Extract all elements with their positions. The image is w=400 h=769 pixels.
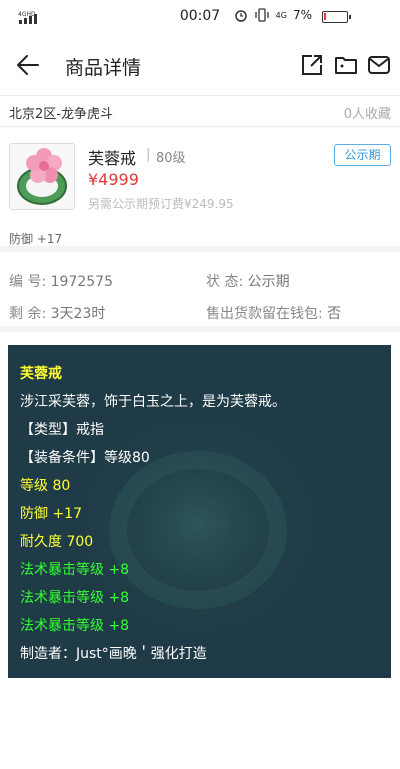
battery-icon xyxy=(322,11,351,23)
desc-bonus-3: 法术暴击等级 +8 xyxy=(20,618,130,634)
battery-percent: 7% xyxy=(292,8,312,22)
server-name: 北京2区-龙争虎斗 xyxy=(9,107,113,122)
item-card: 芙蓉戒 | 80级 ¥4999 另需公示期预订费¥249.95 公示期 防御 +… xyxy=(0,128,400,252)
back-arrow-icon[interactable] xyxy=(14,51,42,79)
item-state: 状 态: 公示期 xyxy=(206,271,290,291)
time-remaining-label: 剩 余: xyxy=(9,306,47,322)
item-id: 编 号: 1972575 xyxy=(9,271,113,291)
folder-icon[interactable] xyxy=(334,53,358,77)
desc-bonus-2: 法术暴击等级 +8 xyxy=(20,590,130,606)
ring-icon xyxy=(17,148,67,205)
time-remaining: 剩 余: 3天23时 xyxy=(9,303,105,323)
favorite-count[interactable]: 0人收藏 xyxy=(344,103,391,122)
desc-flavor: 涉江采芙蓉，饰于白玉之上，是为芙蓉戒。 xyxy=(20,394,286,410)
item-id-label: 编 号: xyxy=(9,274,47,290)
item-description-panel: 芙蓉戒 涉江采芙蓉，饰于白玉之上，是为芙蓉戒。 【类型】戒指 【装备条件】等级8… xyxy=(8,345,391,678)
page-title: 商品详情 xyxy=(65,57,142,79)
item-price: ¥4999 xyxy=(88,170,139,189)
desc-durability: 耐久度 700 xyxy=(20,534,94,550)
item-state-value: 公示期 xyxy=(247,274,290,290)
item-image[interactable] xyxy=(9,143,75,210)
name-divider: | xyxy=(146,147,151,162)
status-badge: 公示期 xyxy=(334,144,391,166)
server-row: 北京2区-龙争虎斗 0人收藏 xyxy=(0,97,400,127)
battery-level xyxy=(324,13,326,20)
nav-bar: 商品详情 xyxy=(0,34,400,96)
desc-requirement: 【装备条件】等级80 xyxy=(20,450,150,466)
status-bar: 4GHD 00:07 4G 7% xyxy=(0,0,400,34)
wallet-setting-label: 售出货款留在钱包: xyxy=(206,306,323,322)
time-remaining-value: 3天23时 xyxy=(50,306,106,322)
desc-level: 等级 80 xyxy=(20,478,71,494)
item-defense: 防御 +17 xyxy=(9,232,63,246)
network-label: 4G xyxy=(275,10,287,20)
item-level: 80级 xyxy=(156,151,186,166)
wallet-setting-value: 否 xyxy=(327,306,342,322)
item-name: 芙蓉戒 xyxy=(88,149,137,168)
item-state-label: 状 态: xyxy=(206,274,244,290)
desc-maker: 制造者：Just°画晚＇强化打造 xyxy=(20,646,207,662)
info-grid: 编 号: 1972575 状 态: 公示期 剩 余: 3天23时 售出货款留在钱… xyxy=(0,258,400,332)
vibrate-icon xyxy=(255,8,269,22)
desc-type: 【类型】戒指 xyxy=(20,422,104,438)
mail-icon[interactable] xyxy=(367,53,391,77)
item-id-value: 1972575 xyxy=(50,274,113,290)
desc-bonus-1: 法术暴击等级 +8 xyxy=(20,562,130,578)
wallet-setting: 售出货款留在钱包: 否 xyxy=(206,303,341,323)
desc-title: 芙蓉戒 xyxy=(20,366,62,382)
reservation-fee: 另需公示期预订费¥249.95 xyxy=(88,197,234,211)
share-icon[interactable] xyxy=(300,53,324,77)
alarm-icon xyxy=(234,10,247,22)
desc-defense: 防御 +17 xyxy=(20,506,82,522)
